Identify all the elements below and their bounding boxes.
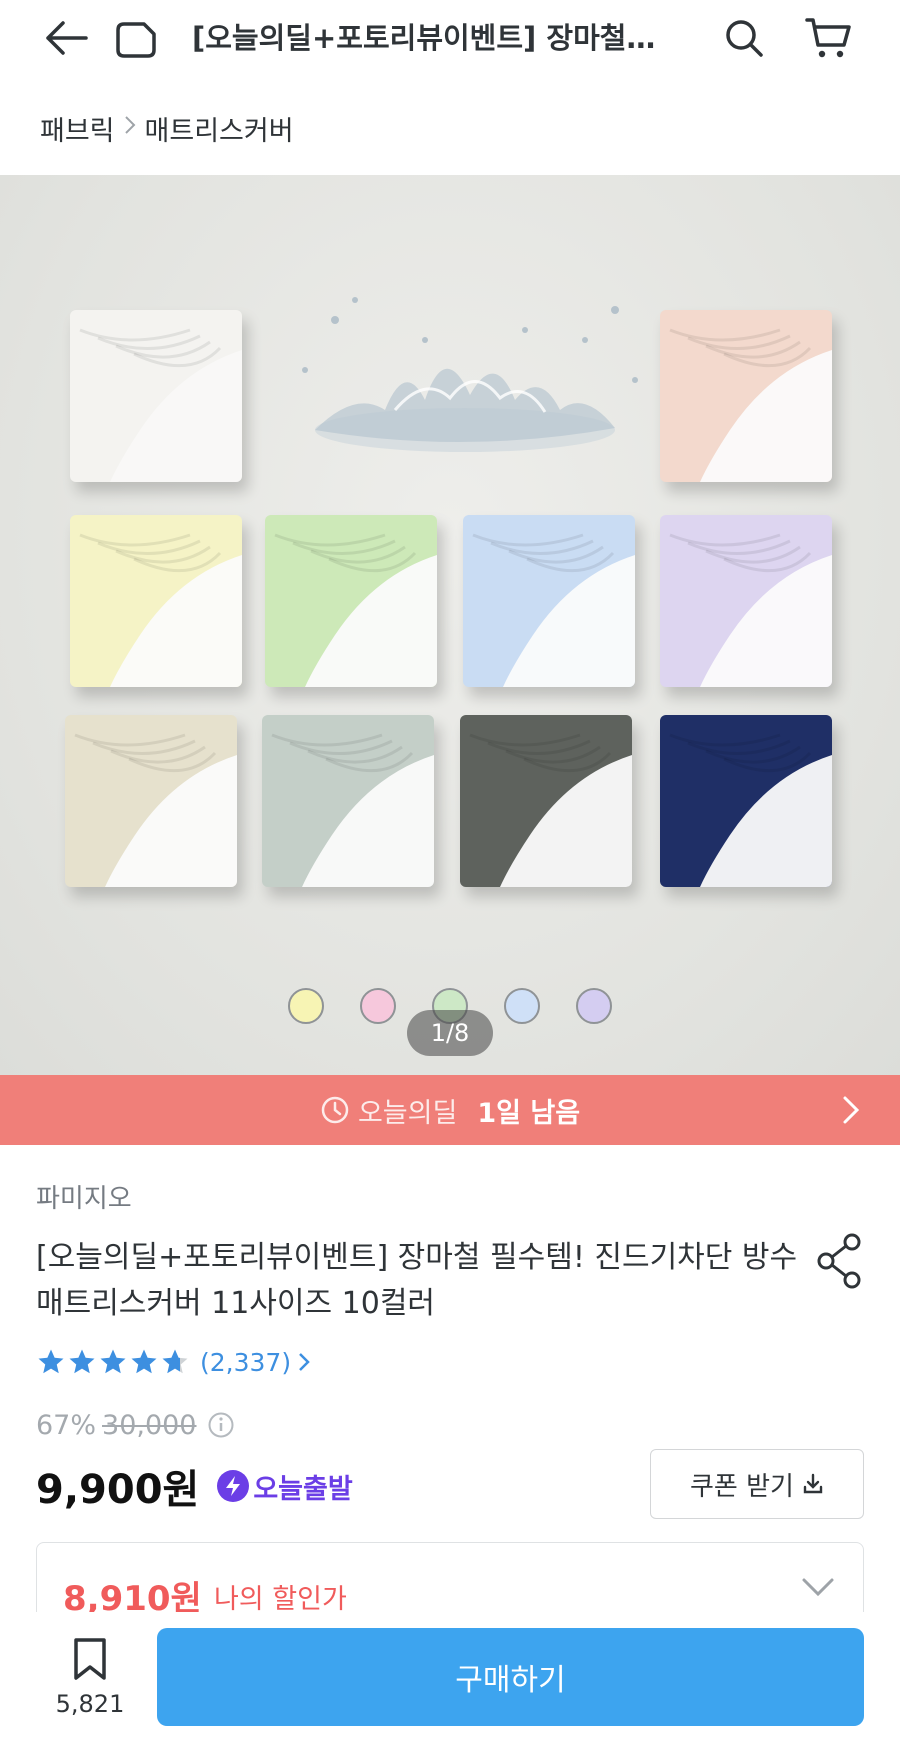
mattress-cover-navy <box>660 715 832 887</box>
star-icon <box>69 1349 95 1374</box>
mattress-cover-lavender <box>660 515 832 687</box>
todays-deal-banner[interactable]: 오늘의딜 1일 남음 <box>0 1075 900 1145</box>
shipping-badge: 오늘출발 <box>217 1467 353 1506</box>
info-icon[interactable] <box>207 1411 235 1439</box>
back-button[interactable] <box>38 10 94 66</box>
page-title: [오늘의딜+포토리뷰이벤트] 장마철… <box>192 21 656 55</box>
mattress-cover-beige <box>65 715 237 887</box>
share-icon <box>817 1233 861 1289</box>
home-icon <box>116 22 156 58</box>
rating-summary[interactable]: (2,337) <box>36 1343 311 1381</box>
home-button[interactable] <box>108 10 164 66</box>
star-icon <box>131 1349 157 1374</box>
coupon-button-label: 쿠폰 받기 <box>690 1471 794 1502</box>
coupon-button[interactable]: 쿠폰 받기 <box>650 1449 864 1519</box>
clock-icon <box>320 1095 350 1125</box>
mattress-cover-blue <box>463 515 635 687</box>
product-title: [오늘의딜+포토리뷰이벤트] 장마철 필수템! 진드기차단 방수 매트리스커버 … <box>36 1240 798 1321</box>
chevron-right-icon <box>842 1095 860 1132</box>
breadcrumb: 패브릭 매트리스커버 <box>40 108 294 148</box>
cart-icon <box>805 18 851 58</box>
search-button[interactable] <box>716 10 772 66</box>
water-splash-illustration <box>302 297 638 452</box>
shipping-badge-label: 오늘출발 <box>253 1473 353 1505</box>
lightning-icon <box>217 1470 250 1502</box>
image-counter: 1/8 <box>407 1010 493 1056</box>
deal-label: 오늘의딜 <box>357 1097 458 1129</box>
search-icon <box>726 20 763 57</box>
mattress-cover-white <box>70 310 242 482</box>
star-rating <box>36 1347 190 1377</box>
sale-price: 9,900원 <box>36 1467 200 1513</box>
price-original-row: 67% 30,000 <box>36 1406 235 1444</box>
color-swatch[interactable] <box>360 988 396 1024</box>
brand-name[interactable]: 파미지오 <box>36 1178 132 1215</box>
chevron-right-icon <box>297 1351 311 1373</box>
arrow-left-icon <box>46 21 88 55</box>
star-icon <box>100 1349 126 1374</box>
bookmark-button[interactable]: 5,821 <box>52 1636 128 1728</box>
star-icon <box>38 1349 64 1374</box>
my-discount-label: 나의 할인가 <box>214 1584 347 1615</box>
bookmark-icon <box>74 1638 106 1680</box>
color-swatch[interactable] <box>576 988 612 1024</box>
star-icon <box>162 1349 188 1374</box>
deal-remaining-time: 1일 남음 <box>477 1097 581 1129</box>
price-row: 9,900원 오늘출발 <box>36 1458 353 1514</box>
mattress-cover-charcoal <box>460 715 632 887</box>
share-button[interactable] <box>812 1230 868 1292</box>
mattress-cover-yellow <box>70 515 242 687</box>
mattress-cover-green <box>265 515 437 687</box>
bookmark-count: 5,821 <box>55 1690 125 1718</box>
chevron-down-icon[interactable] <box>801 1577 835 1601</box>
review-count: (2,337) <box>200 1347 292 1377</box>
mattress-cover-peach <box>660 310 832 482</box>
bottom-action-bar: 5,821 구매하기 <box>0 1612 900 1741</box>
breadcrumb-item-mattress-cover[interactable]: 매트리스커버 <box>145 109 294 148</box>
cart-button[interactable] <box>800 10 856 66</box>
mattress-cover-sage <box>262 715 434 887</box>
discount-rate: 67% <box>36 1409 97 1441</box>
download-icon <box>802 1473 824 1495</box>
product-image-carousel[interactable]: 1/8 <box>0 175 900 1075</box>
breadcrumb-item-fabric[interactable]: 패브릭 <box>40 109 115 148</box>
chevron-right-icon <box>123 114 137 142</box>
color-swatch[interactable] <box>288 988 324 1024</box>
buy-button[interactable]: 구매하기 <box>157 1628 864 1726</box>
original-price: 30,000 <box>102 1409 197 1441</box>
top-nav-bar: [오늘의딜+포토리뷰이벤트] 장마철… <box>0 0 900 76</box>
color-swatch[interactable] <box>504 988 540 1024</box>
